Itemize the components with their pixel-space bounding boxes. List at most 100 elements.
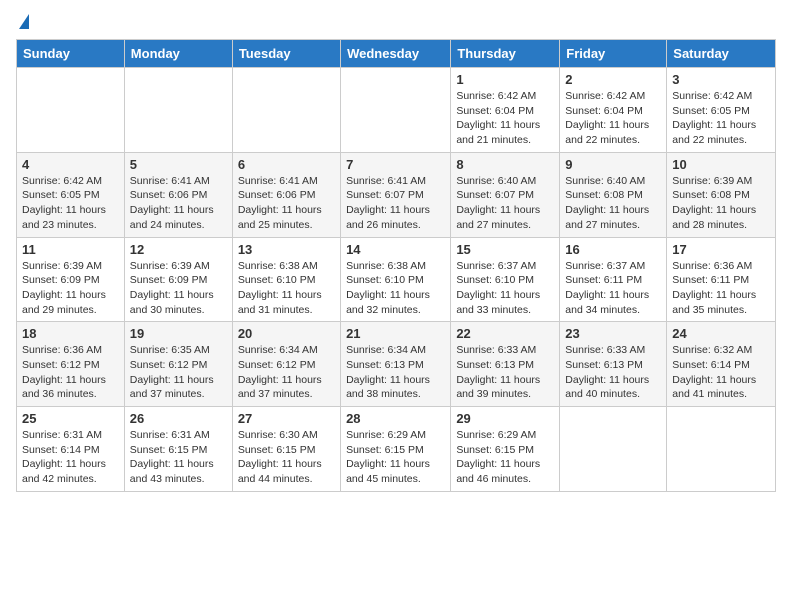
day-number: 22 (456, 326, 554, 341)
day-cell: 3 Sunrise: 6:42 AM Sunset: 6:05 PM Daylig… (667, 68, 776, 153)
day-cell: 18 Sunrise: 6:36 AM Sunset: 6:12 PM Dayli… (17, 322, 125, 407)
day-info: Sunrise: 6:34 AM Sunset: 6:12 PM Dayligh… (238, 343, 335, 402)
day-number: 20 (238, 326, 335, 341)
day-info: Sunrise: 6:39 AM Sunset: 6:08 PM Dayligh… (672, 174, 770, 233)
day-info: Sunrise: 6:41 AM Sunset: 6:07 PM Dayligh… (346, 174, 445, 233)
day-cell: 2 Sunrise: 6:42 AM Sunset: 6:04 PM Daylig… (560, 68, 667, 153)
day-cell (667, 407, 776, 492)
header-row: SundayMondayTuesdayWednesdayThursdayFrid… (17, 40, 776, 68)
day-cell: 1 Sunrise: 6:42 AM Sunset: 6:04 PM Daylig… (451, 68, 560, 153)
col-header-thursday: Thursday (451, 40, 560, 68)
day-number: 2 (565, 72, 661, 87)
day-cell: 11 Sunrise: 6:39 AM Sunset: 6:09 PM Dayli… (17, 237, 125, 322)
day-info: Sunrise: 6:42 AM Sunset: 6:05 PM Dayligh… (672, 89, 770, 148)
day-info: Sunrise: 6:33 AM Sunset: 6:13 PM Dayligh… (565, 343, 661, 402)
day-number: 24 (672, 326, 770, 341)
day-number: 16 (565, 242, 661, 257)
day-cell: 4 Sunrise: 6:42 AM Sunset: 6:05 PM Daylig… (17, 152, 125, 237)
day-cell (341, 68, 451, 153)
day-info: Sunrise: 6:41 AM Sunset: 6:06 PM Dayligh… (130, 174, 227, 233)
day-cell: 26 Sunrise: 6:31 AM Sunset: 6:15 PM Dayli… (124, 407, 232, 492)
day-info: Sunrise: 6:29 AM Sunset: 6:15 PM Dayligh… (456, 428, 554, 487)
day-info: Sunrise: 6:40 AM Sunset: 6:07 PM Dayligh… (456, 174, 554, 233)
logo (16, 16, 29, 31)
day-number: 17 (672, 242, 770, 257)
day-info: Sunrise: 6:37 AM Sunset: 6:11 PM Dayligh… (565, 259, 661, 318)
day-cell: 27Sunrise: 6:30 AM Sunset: 6:15 PM Dayli… (232, 407, 340, 492)
day-info: Sunrise: 6:35 AM Sunset: 6:12 PM Dayligh… (130, 343, 227, 402)
day-number: 19 (130, 326, 227, 341)
day-number: 18 (22, 326, 119, 341)
col-header-friday: Friday (560, 40, 667, 68)
logo-triangle-icon (19, 14, 29, 29)
day-info: Sunrise: 6:36 AM Sunset: 6:12 PM Dayligh… (22, 343, 119, 402)
day-info: Sunrise: 6:41 AM Sunset: 6:06 PM Dayligh… (238, 174, 335, 233)
day-info: Sunrise: 6:40 AM Sunset: 6:08 PM Dayligh… (565, 174, 661, 233)
day-info: Sunrise: 6:38 AM Sunset: 6:10 PM Dayligh… (346, 259, 445, 318)
col-header-tuesday: Tuesday (232, 40, 340, 68)
day-cell: 5 Sunrise: 6:41 AM Sunset: 6:06 PM Daylig… (124, 152, 232, 237)
page-header (16, 16, 776, 31)
day-number: 13 (238, 242, 335, 257)
col-header-wednesday: Wednesday (341, 40, 451, 68)
day-number: 25 (22, 411, 119, 426)
day-cell: 9Sunrise: 6:40 AM Sunset: 6:08 PM Daylig… (560, 152, 667, 237)
day-number: 1 (456, 72, 554, 87)
day-cell: 16 Sunrise: 6:37 AM Sunset: 6:11 PM Dayli… (560, 237, 667, 322)
day-number: 23 (565, 326, 661, 341)
day-cell: 14 Sunrise: 6:38 AM Sunset: 6:10 PM Dayli… (341, 237, 451, 322)
day-cell: 17 Sunrise: 6:36 AM Sunset: 6:11 PM Dayli… (667, 237, 776, 322)
day-cell: 19 Sunrise: 6:35 AM Sunset: 6:12 PM Dayli… (124, 322, 232, 407)
day-info: Sunrise: 6:31 AM Sunset: 6:14 PM Dayligh… (22, 428, 119, 487)
day-number: 29 (456, 411, 554, 426)
day-number: 26 (130, 411, 227, 426)
day-cell: 12 Sunrise: 6:39 AM Sunset: 6:09 PM Dayli… (124, 237, 232, 322)
day-number: 10 (672, 157, 770, 172)
day-number: 27 (238, 411, 335, 426)
day-info: Sunrise: 6:36 AM Sunset: 6:11 PM Dayligh… (672, 259, 770, 318)
day-number: 12 (130, 242, 227, 257)
day-cell: 21 Sunrise: 6:34 AM Sunset: 6:13 PM Dayli… (341, 322, 451, 407)
day-cell (124, 68, 232, 153)
day-cell: 13 Sunrise: 6:38 AM Sunset: 6:10 PM Dayli… (232, 237, 340, 322)
day-number: 28 (346, 411, 445, 426)
day-cell: 28 Sunrise: 6:29 AM Sunset: 6:15 PM Dayli… (341, 407, 451, 492)
day-number: 21 (346, 326, 445, 341)
week-row: 25 Sunrise: 6:31 AM Sunset: 6:14 PM Dayli… (17, 407, 776, 492)
week-row: 11 Sunrise: 6:39 AM Sunset: 6:09 PM Dayli… (17, 237, 776, 322)
week-row: 1 Sunrise: 6:42 AM Sunset: 6:04 PM Daylig… (17, 68, 776, 153)
day-cell: 25 Sunrise: 6:31 AM Sunset: 6:14 PM Dayli… (17, 407, 125, 492)
day-info: Sunrise: 6:38 AM Sunset: 6:10 PM Dayligh… (238, 259, 335, 318)
day-info: Sunrise: 6:42 AM Sunset: 6:04 PM Dayligh… (565, 89, 661, 148)
day-info: Sunrise: 6:34 AM Sunset: 6:13 PM Dayligh… (346, 343, 445, 402)
day-info: Sunrise: 6:39 AM Sunset: 6:09 PM Dayligh… (22, 259, 119, 318)
day-info: Sunrise: 6:42 AM Sunset: 6:05 PM Dayligh… (22, 174, 119, 233)
col-header-monday: Monday (124, 40, 232, 68)
col-header-sunday: Sunday (17, 40, 125, 68)
day-cell (17, 68, 125, 153)
day-info: Sunrise: 6:37 AM Sunset: 6:10 PM Dayligh… (456, 259, 554, 318)
day-number: 5 (130, 157, 227, 172)
week-row: 18 Sunrise: 6:36 AM Sunset: 6:12 PM Dayli… (17, 322, 776, 407)
day-cell: 6 Sunrise: 6:41 AM Sunset: 6:06 PM Daylig… (232, 152, 340, 237)
day-cell: 29 Sunrise: 6:29 AM Sunset: 6:15 PM Dayli… (451, 407, 560, 492)
day-number: 6 (238, 157, 335, 172)
day-number: 14 (346, 242, 445, 257)
col-header-saturday: Saturday (667, 40, 776, 68)
day-info: Sunrise: 6:39 AM Sunset: 6:09 PM Dayligh… (130, 259, 227, 318)
day-number: 8 (456, 157, 554, 172)
day-number: 15 (456, 242, 554, 257)
day-info: Sunrise: 6:29 AM Sunset: 6:15 PM Dayligh… (346, 428, 445, 487)
day-info: Sunrise: 6:32 AM Sunset: 6:14 PM Dayligh… (672, 343, 770, 402)
day-cell: 24 Sunrise: 6:32 AM Sunset: 6:14 PM Dayli… (667, 322, 776, 407)
day-info: Sunrise: 6:33 AM Sunset: 6:13 PM Dayligh… (456, 343, 554, 402)
day-cell (560, 407, 667, 492)
day-info: Sunrise: 6:31 AM Sunset: 6:15 PM Dayligh… (130, 428, 227, 487)
week-row: 4 Sunrise: 6:42 AM Sunset: 6:05 PM Daylig… (17, 152, 776, 237)
day-number: 3 (672, 72, 770, 87)
day-info: Sunrise: 6:42 AM Sunset: 6:04 PM Dayligh… (456, 89, 554, 148)
day-number: 11 (22, 242, 119, 257)
day-cell: 7Sunrise: 6:41 AM Sunset: 6:07 PM Daylig… (341, 152, 451, 237)
day-cell (232, 68, 340, 153)
day-number: 4 (22, 157, 119, 172)
